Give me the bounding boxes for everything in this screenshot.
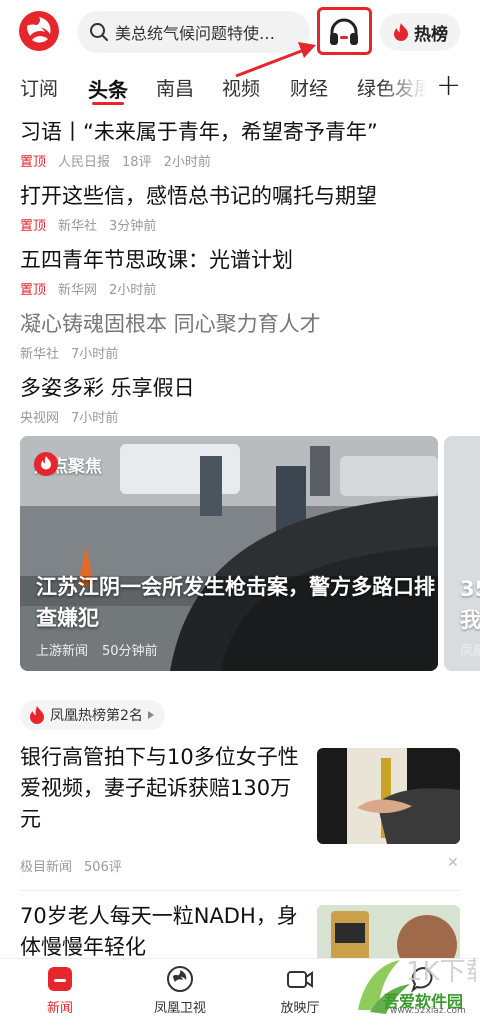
next-card-peek[interactable]: 35我 凤凰 xyxy=(444,436,480,671)
tab-headlines[interactable]: 头条 xyxy=(88,74,128,103)
news-time: 3分钟前 xyxy=(109,219,157,234)
image-news-meta: 极目新闻 506评 xyxy=(20,856,134,875)
image-news-title[interactable]: 银行高管拍下与10多位女子性爱视频，妻子起诉获赔130万元 xyxy=(20,742,305,835)
news-item[interactable]: 多姿多彩 乐享假日 央视网 7小时前 xyxy=(20,372,195,426)
nav-news[interactable]: 新闻 xyxy=(20,965,100,1016)
news-title: 多姿多彩 乐享假日 xyxy=(20,376,195,400)
news-time: 7小时前 xyxy=(71,347,119,362)
news-item[interactable]: 凝心铸魂固根本 同心聚力育人才 新华社 7小时前 xyxy=(20,308,321,362)
news-source: 新华社 xyxy=(20,347,60,362)
svg-text:1K下载: 1K下载 xyxy=(406,957,476,987)
news-icon xyxy=(48,967,72,991)
channel-tabs: 订阅 头条 南昌 视频 财经 绿色发展 + xyxy=(0,66,480,108)
hot-focus-badge: 热点聚焦 xyxy=(34,452,102,477)
pinned-tag: 置顶 xyxy=(20,283,47,298)
news-meta: 央视网 7小时前 xyxy=(20,407,195,426)
news-source: 极目新闻 xyxy=(20,860,73,875)
flame-icon xyxy=(394,23,408,41)
flame-icon xyxy=(30,706,44,724)
phoenix-tv-icon xyxy=(167,966,193,992)
news-item[interactable]: 五四青年节思政课：光谱计划 置顶 新华网 2小时前 xyxy=(20,244,293,298)
pinned-tag: 置顶 xyxy=(20,219,47,234)
news-time: 7小时前 xyxy=(71,411,119,426)
tab-video[interactable]: 视频 xyxy=(222,74,260,101)
dismiss-icon[interactable]: ✕ xyxy=(447,855,459,871)
news-comments: 18评 xyxy=(122,155,152,170)
hot-rank-chip[interactable]: 凤凰热榜第2名 xyxy=(20,700,165,730)
hot-list-button[interactable]: 热榜 xyxy=(380,13,460,51)
chevron-right-icon xyxy=(147,711,154,719)
news-title: 习语丨“未来属于青年，希望寄予青年” xyxy=(20,120,378,144)
hot-rank-label: 凤凰热榜第2名 xyxy=(50,708,143,724)
tab-finance[interactable]: 财经 xyxy=(290,74,328,101)
news-item[interactable]: 打开这些信，感悟总书记的嘱托与期望 置顶 新华社 3分钟前 xyxy=(20,180,377,234)
hot-focus-card[interactable]: 热点聚焦 江苏江阴一会所发生枪击案，警方多路口排查嫌犯 上游新闻 50分钟前 xyxy=(20,436,438,671)
card-source: 上游新闻 xyxy=(36,644,89,659)
news-source: 人民日报 xyxy=(58,155,111,170)
news-source: 新华社 xyxy=(58,219,98,234)
divider xyxy=(20,890,460,891)
news-item[interactable]: 习语丨“未来属于青年，希望寄予青年” 置顶 人民日报 18评 2小时前 xyxy=(20,116,378,170)
card-meta: 上游新闻 50分钟前 xyxy=(36,640,172,659)
news-title: 凝心铸魂固根本 同心聚力育人才 xyxy=(20,312,321,336)
nav-label: 凤凰卫视 xyxy=(153,1001,206,1016)
headphone-icon[interactable] xyxy=(328,18,360,46)
thumbnail-photo xyxy=(317,748,460,844)
active-tab-indicator xyxy=(92,102,124,105)
nav-label: 新闻 xyxy=(46,1001,73,1016)
image-news-thumbnail[interactable] xyxy=(317,748,460,844)
search-icon xyxy=(90,23,108,41)
video-camera-icon xyxy=(287,971,313,988)
news-title: 五四青年节思政课：光谱计划 xyxy=(20,248,293,272)
tab-subscribe[interactable]: 订阅 xyxy=(20,74,58,101)
news-meta: 新华社 7小时前 xyxy=(20,343,321,362)
card-time: 50分钟前 xyxy=(102,644,158,659)
news-meta: 置顶 人民日报 18评 2小时前 xyxy=(20,151,378,170)
nav-phoenix-tv[interactable]: 凤凰卫视 xyxy=(140,965,220,1016)
flame-icon xyxy=(34,452,58,476)
news-time: 2小时前 xyxy=(163,155,211,170)
add-channel-icon[interactable]: + xyxy=(436,68,461,103)
image-news-title[interactable]: 70岁老人每天一粒NADH，身体慢慢年轻化 xyxy=(20,901,305,963)
news-comments: 506评 xyxy=(84,860,122,875)
top-bar: 美总统气候问题特使… 热榜 xyxy=(0,0,480,78)
card-title: 江苏江阴一会所发生枪击案，警方多路口排查嫌犯 xyxy=(36,575,435,630)
news-meta: 置顶 新华社 3分钟前 xyxy=(20,215,377,234)
nav-label: 放映厅 xyxy=(280,1001,320,1016)
pinned-tag: 置顶 xyxy=(20,155,47,170)
news-time: 2小时前 xyxy=(109,283,157,298)
tab-nanchang[interactable]: 南昌 xyxy=(156,74,194,101)
tab-fade xyxy=(380,66,435,108)
nav-cinema[interactable]: 放映厅 xyxy=(260,965,340,1016)
news-meta: 置顶 新华网 2小时前 xyxy=(20,279,293,298)
news-source: 新华网 xyxy=(58,283,98,298)
next-card-source: 凤凰 xyxy=(460,644,480,659)
phoenix-logo-icon[interactable] xyxy=(18,10,60,52)
news-source: 央视网 xyxy=(20,411,60,426)
watermark-url: www.52xiaz.com xyxy=(390,1006,466,1016)
news-title: 打开这些信，感悟总书记的嘱托与期望 xyxy=(20,184,377,208)
hot-list-label: 热榜 xyxy=(414,24,448,45)
next-card-title: 35我 xyxy=(460,577,480,632)
